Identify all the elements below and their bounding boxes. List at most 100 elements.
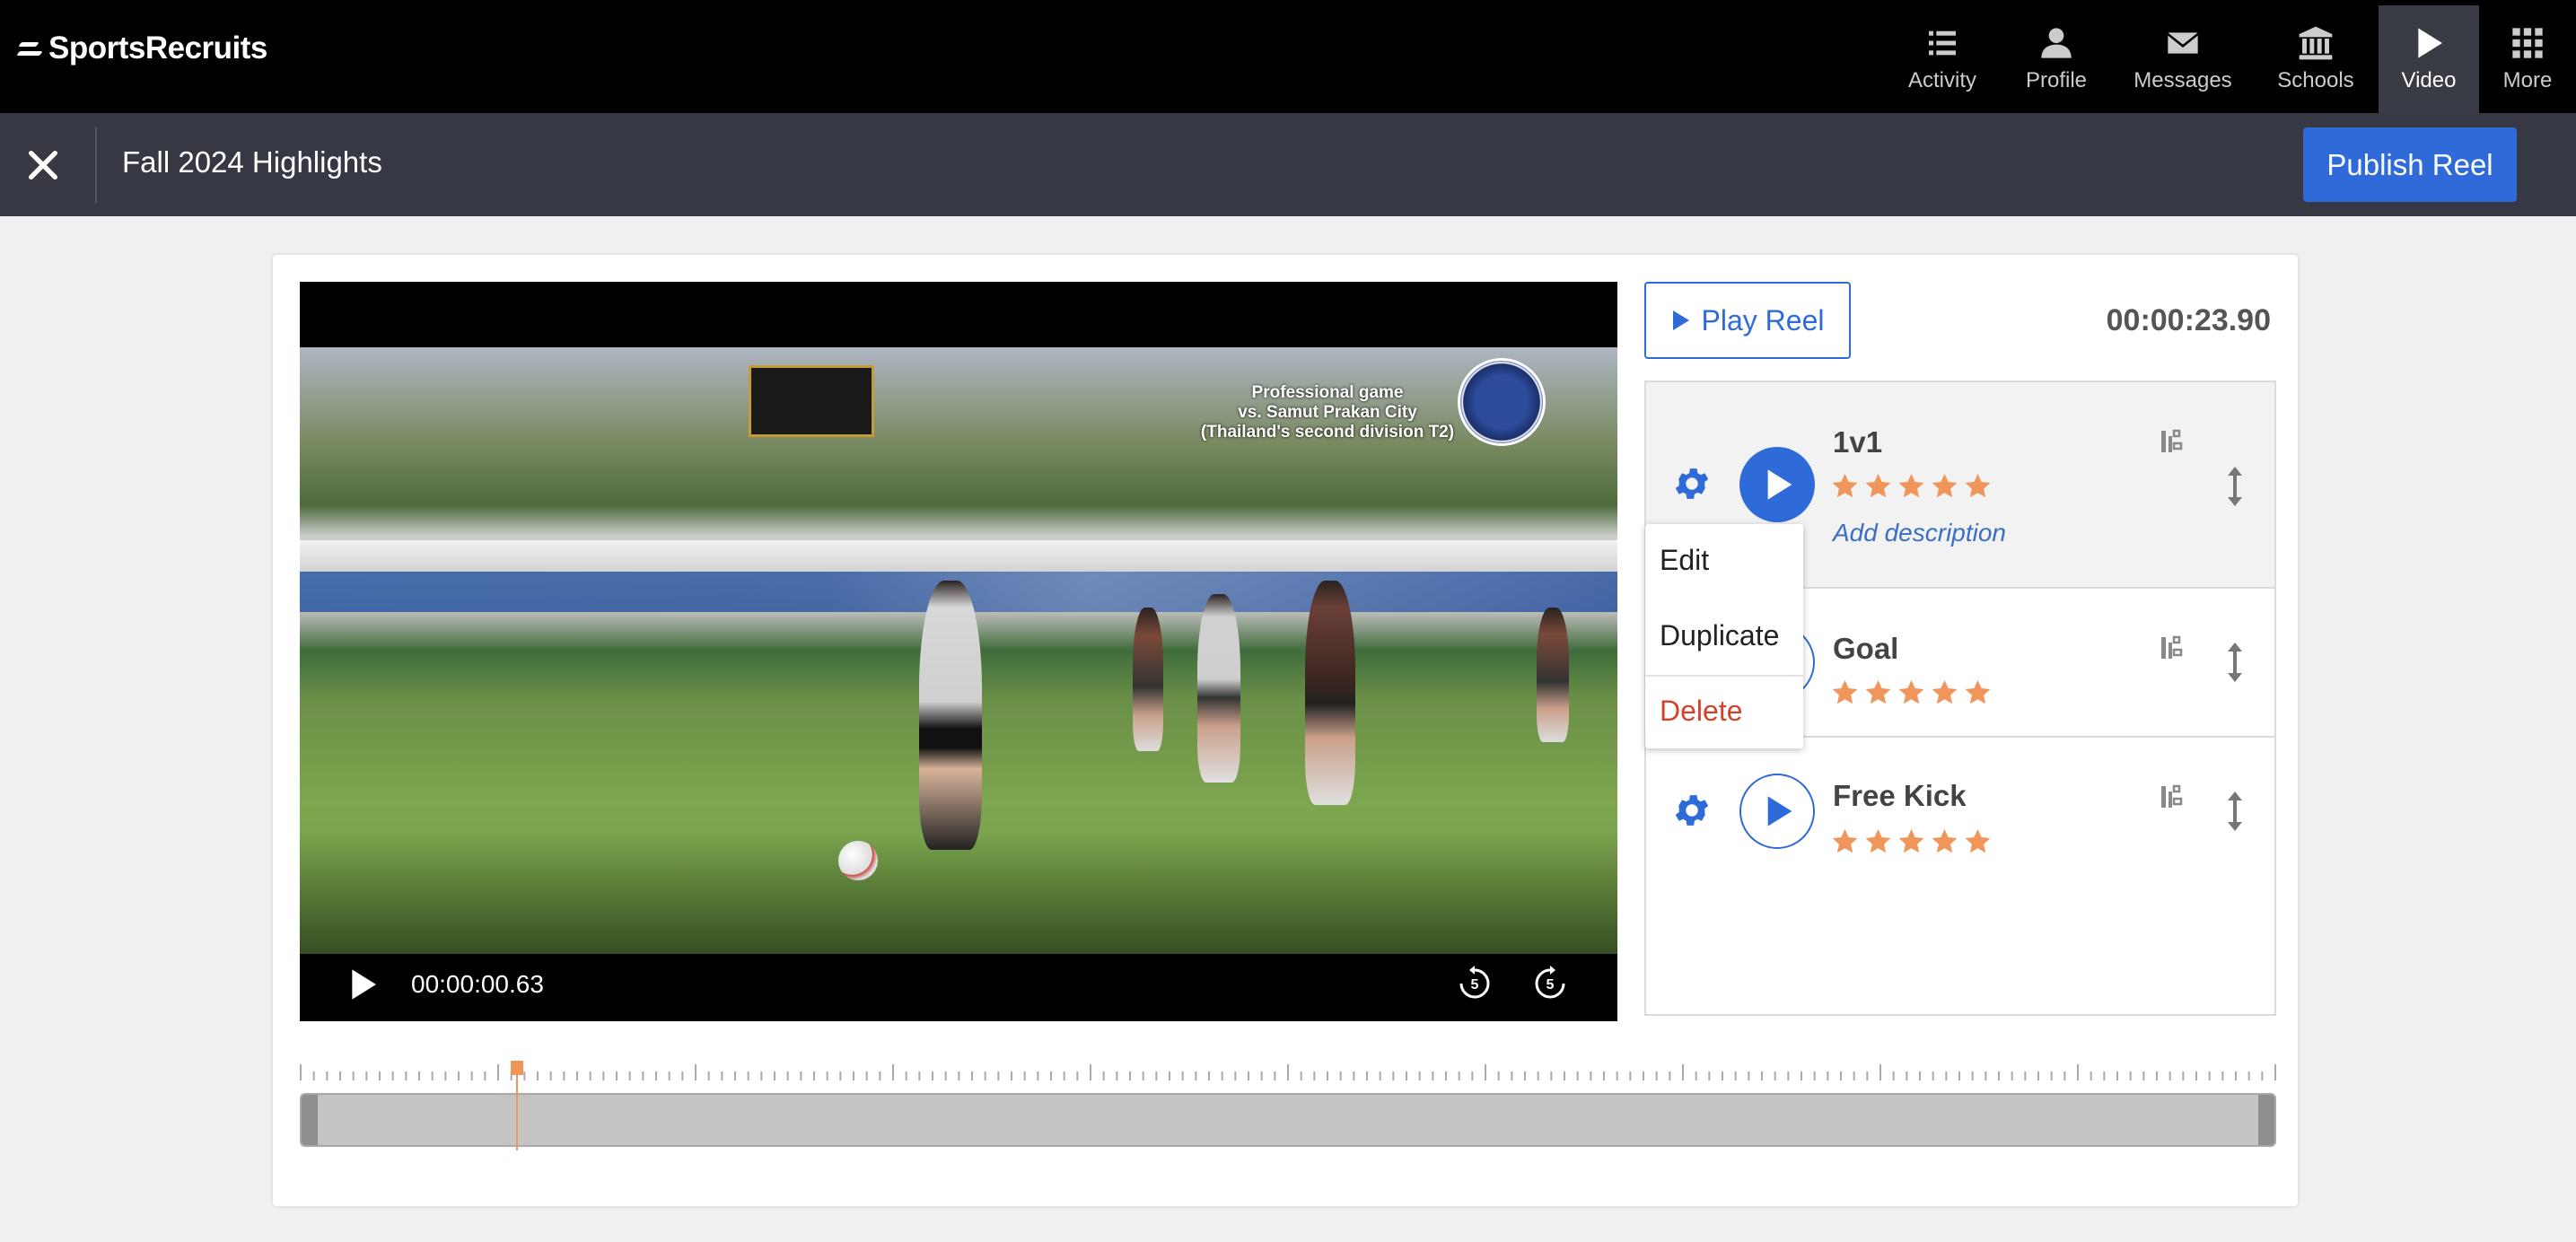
star-icon[interactable] bbox=[1831, 472, 1859, 500]
nav-schools[interactable]: Schools bbox=[2253, 5, 2379, 113]
nav-activity[interactable]: Activity bbox=[1885, 5, 2000, 113]
overlay-line: Professional game bbox=[1251, 383, 1404, 402]
editor-header: Fall 2024 Highlights Publish Reel bbox=[0, 113, 2576, 216]
top-navbar: SportsRecruits Activity Profile Messages… bbox=[0, 0, 2576, 113]
star-icon[interactable] bbox=[1964, 472, 1992, 500]
close-icon bbox=[28, 151, 57, 179]
menu-divider bbox=[1645, 675, 1803, 677]
play-icon bbox=[1767, 469, 1792, 500]
sportsrecruits-logo[interactable]: SportsRecruits bbox=[16, 31, 267, 66]
player-figure bbox=[1305, 581, 1355, 805]
trim-handle-right[interactable] bbox=[2258, 1095, 2274, 1145]
reorder-handle-icon[interactable] bbox=[2224, 641, 2246, 684]
star-icon[interactable] bbox=[1931, 472, 1958, 500]
star-icon[interactable] bbox=[1931, 678, 1958, 706]
video-controls: 00:00:00.63 5 5 bbox=[300, 954, 1617, 1021]
star-icon[interactable] bbox=[1931, 827, 1958, 855]
reorder-handle-icon[interactable] bbox=[2224, 465, 2246, 508]
player-figure bbox=[1133, 608, 1163, 751]
overlay-line: (Thailand's second division T2) bbox=[1200, 423, 1455, 442]
trim-icon[interactable] bbox=[2160, 783, 2186, 811]
video-current-time: 00:00:00.63 bbox=[411, 970, 544, 998]
clip-title: Goal bbox=[1833, 632, 1899, 665]
reorder-handle-icon[interactable] bbox=[2224, 790, 2246, 833]
star-icon[interactable] bbox=[1864, 827, 1892, 855]
rewind-seconds: 5 bbox=[1471, 977, 1479, 993]
main-nav: Activity Profile Messages Schools Video … bbox=[1885, 5, 2576, 113]
menu-duplicate[interactable]: Duplicate bbox=[1660, 619, 1779, 652]
reel-editor-card: Professional game vs. Samut Prakan City … bbox=[271, 253, 2300, 1208]
club-crest-logo bbox=[1458, 358, 1546, 446]
nav-activity-label: Activity bbox=[1907, 68, 1976, 92]
clip-rating[interactable] bbox=[1831, 678, 1992, 706]
menu-delete[interactable]: Delete bbox=[1660, 695, 1743, 728]
header-divider bbox=[95, 127, 97, 203]
overlay-line: vs. Samut Prakan City bbox=[1238, 403, 1417, 422]
nav-profile-label: Profile bbox=[2025, 68, 2088, 92]
clip-rating[interactable] bbox=[1831, 472, 1992, 500]
clip-title: Free Kick bbox=[1833, 779, 1967, 812]
video-player[interactable]: Professional game vs. Samut Prakan City … bbox=[300, 282, 1617, 1021]
star-icon[interactable] bbox=[1964, 827, 1992, 855]
star-icon[interactable] bbox=[1831, 827, 1859, 855]
trim-icon[interactable] bbox=[2160, 634, 2186, 662]
nav-schools-label: Schools bbox=[2277, 68, 2354, 92]
menu-edit[interactable]: Edit bbox=[1660, 544, 1709, 577]
timeline-track[interactable] bbox=[300, 1093, 2276, 1147]
bank-icon bbox=[2299, 26, 2333, 60]
rewind-5-icon[interactable]: 5 bbox=[1456, 965, 1494, 1002]
nav-messages-label: Messages bbox=[2134, 68, 2232, 92]
player-figure bbox=[1197, 594, 1240, 783]
clip-rating[interactable] bbox=[1831, 827, 1992, 855]
star-icon[interactable] bbox=[1897, 472, 1925, 500]
player-figure bbox=[1537, 608, 1569, 742]
clip-item[interactable]: Free Kick bbox=[1646, 738, 2274, 887]
star-icon[interactable] bbox=[1897, 827, 1925, 855]
logo-mark-icon bbox=[16, 37, 47, 60]
gear-icon[interactable] bbox=[1671, 790, 1713, 831]
video-play-button[interactable] bbox=[345, 966, 381, 1002]
stadium-stand bbox=[300, 540, 1617, 574]
star-icon[interactable] bbox=[1864, 678, 1892, 706]
nav-video[interactable]: Video bbox=[2379, 5, 2479, 113]
video-frame: Professional game vs. Samut Prakan City … bbox=[300, 347, 1617, 954]
reel-title: Fall 2024 Highlights bbox=[122, 145, 382, 179]
clip-title: 1v1 bbox=[1833, 425, 1883, 459]
star-icon[interactable] bbox=[1864, 472, 1892, 500]
nav-more-label: More bbox=[2502, 68, 2553, 92]
clip-context-menu: Edit Duplicate Delete bbox=[1645, 524, 1803, 748]
play-icon bbox=[2418, 28, 2442, 58]
person-icon bbox=[2041, 28, 2072, 58]
envelope-icon bbox=[2168, 32, 2198, 54]
scoreboard bbox=[749, 365, 874, 437]
nav-more[interactable]: More bbox=[2479, 5, 2576, 113]
trim-handle-left[interactable] bbox=[302, 1095, 318, 1145]
forward-seconds: 5 bbox=[1546, 977, 1555, 993]
add-description-link[interactable]: Add description bbox=[1833, 519, 2006, 547]
forward-5-icon[interactable]: 5 bbox=[1531, 965, 1569, 1002]
play-icon bbox=[1767, 796, 1792, 827]
clip-play-button[interactable] bbox=[1739, 774, 1815, 849]
soccer-ball bbox=[838, 841, 878, 880]
star-icon[interactable] bbox=[1897, 678, 1925, 706]
list-icon bbox=[1929, 31, 1956, 56]
trim-icon[interactable] bbox=[2160, 427, 2186, 456]
close-button[interactable] bbox=[20, 144, 66, 186]
player-figure bbox=[919, 581, 982, 850]
play-icon bbox=[1672, 310, 1689, 330]
nav-video-label: Video bbox=[2401, 68, 2457, 92]
nav-messages[interactable]: Messages bbox=[2113, 5, 2253, 113]
play-reel-button[interactable]: Play Reel bbox=[1644, 282, 1851, 359]
logo-text: SportsRecruits bbox=[48, 31, 267, 66]
timeline-ruler bbox=[300, 1064, 2276, 1080]
play-reel-label: Play Reel bbox=[1701, 303, 1825, 337]
publish-reel-button[interactable]: Publish Reel bbox=[2303, 127, 2517, 202]
star-icon[interactable] bbox=[1831, 678, 1859, 706]
clip-play-button[interactable] bbox=[1739, 447, 1815, 522]
timeline-playhead[interactable] bbox=[511, 1061, 524, 1150]
nav-profile[interactable]: Profile bbox=[2000, 5, 2113, 113]
video-overlay-caption: Professional game vs. Samut Prakan City … bbox=[1188, 383, 1467, 442]
star-icon[interactable] bbox=[1964, 678, 1992, 706]
gear-icon[interactable] bbox=[1671, 463, 1713, 504]
grid-icon bbox=[2512, 28, 2543, 58]
